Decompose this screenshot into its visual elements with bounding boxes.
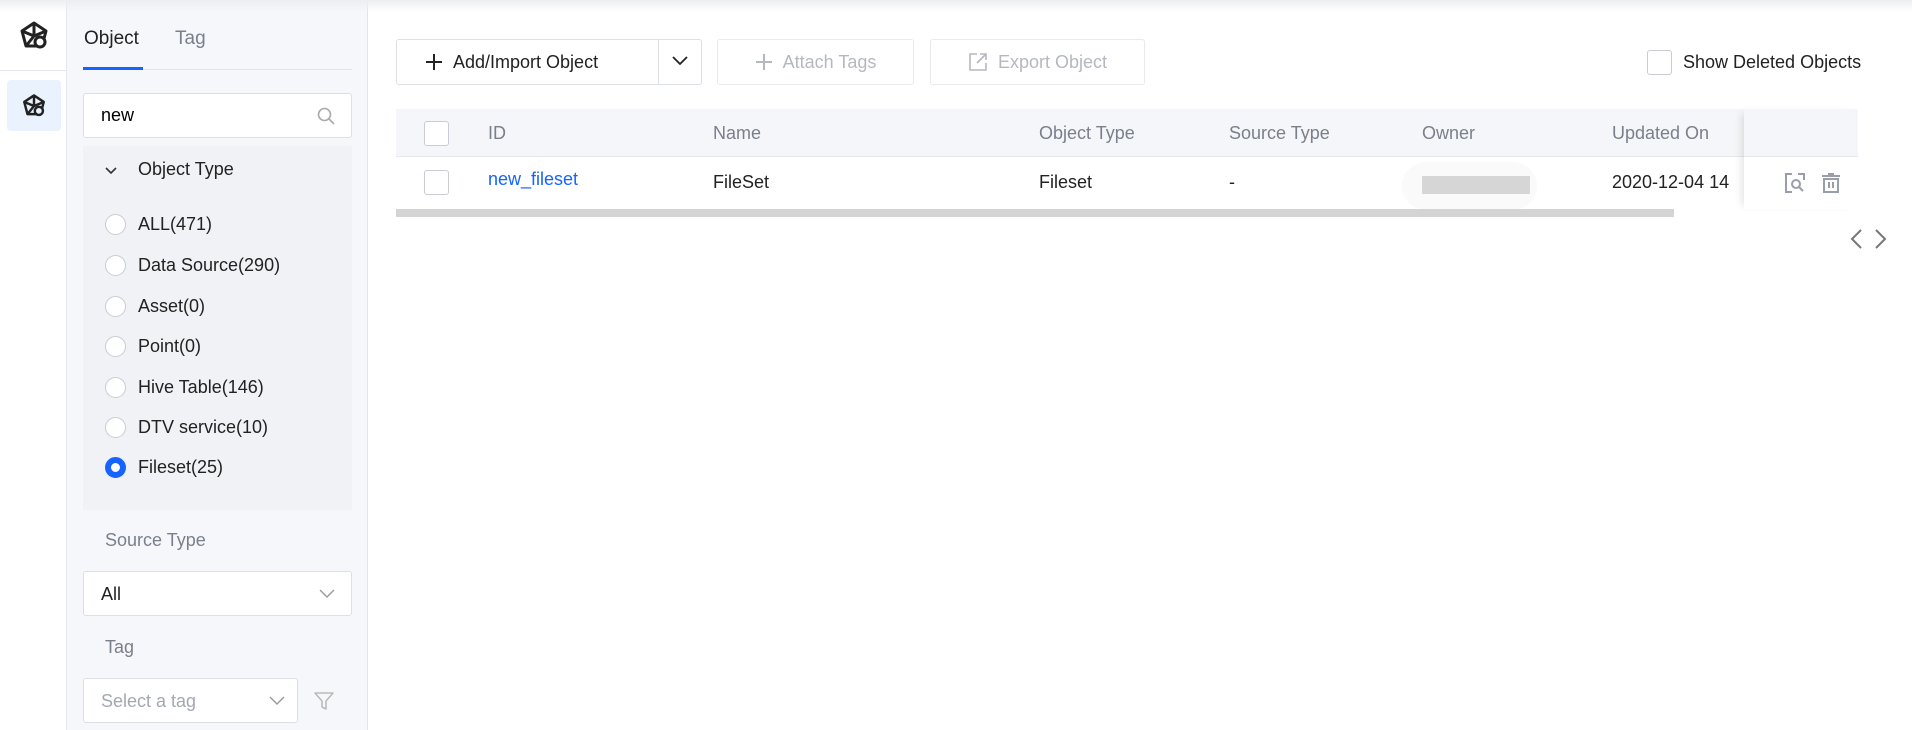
source-type-value: All xyxy=(101,584,122,604)
object-type-radio-option[interactable]: Fileset(25) xyxy=(105,457,223,478)
radio-button[interactable] xyxy=(105,457,126,478)
tag-select[interactable]: Select a tag xyxy=(83,678,298,723)
filter-icon[interactable] xyxy=(313,690,335,712)
cell-name: FileSet xyxy=(713,172,770,192)
radio-button[interactable] xyxy=(105,377,126,398)
active-tab-indicator xyxy=(83,67,143,70)
search-input[interactable] xyxy=(101,105,301,126)
nav-item-data-map[interactable] xyxy=(7,80,61,131)
attach-tags-button[interactable]: Attach Tags xyxy=(717,39,914,85)
search-icon[interactable] xyxy=(317,107,335,125)
cell-updated-on: 2020-12-04 14 xyxy=(1612,172,1730,192)
scroll-left-icon[interactable] xyxy=(1849,228,1863,250)
object-type-radio-option[interactable]: Hive Table(146) xyxy=(105,377,264,398)
scroll-right-icon[interactable] xyxy=(1874,228,1888,250)
radio-label: Asset(0) xyxy=(138,296,206,316)
object-type-panel: Object Type xyxy=(83,146,352,510)
add-import-label: Add/Import Object xyxy=(453,51,599,72)
chevron-down-icon xyxy=(269,696,285,705)
search-field[interactable] xyxy=(83,93,352,138)
source-type-select[interactable]: All xyxy=(83,571,352,616)
tag-label: Tag xyxy=(105,637,135,657)
export-icon xyxy=(969,53,987,71)
radio-button[interactable] xyxy=(105,296,126,317)
column-header-source-type[interactable]: Source Type xyxy=(1229,109,1330,157)
radio-label: Hive Table(146) xyxy=(138,377,264,397)
column-header-id[interactable]: ID xyxy=(488,109,506,157)
cell-object-type: Fileset xyxy=(1039,172,1093,192)
radio-button[interactable] xyxy=(105,417,126,438)
column-header-object-type[interactable]: Object Type xyxy=(1039,109,1135,157)
radio-label: Point(0) xyxy=(138,336,202,356)
filter-sidebar: Object Tag Object Type ALL(471) Data Sour… xyxy=(67,0,368,730)
plus-icon xyxy=(426,54,442,70)
app-icon-bar xyxy=(0,0,67,730)
row-checkbox[interactable] xyxy=(424,170,449,195)
object-type-radio-option[interactable]: Data Source(290) xyxy=(105,255,280,276)
add-dropdown-chevron-icon[interactable] xyxy=(671,55,689,67)
cell-source-type: - xyxy=(1229,172,1235,192)
tag-placeholder: Select a tag xyxy=(101,691,197,711)
tab-tag[interactable]: Tag xyxy=(175,28,206,50)
data-map-icon xyxy=(23,93,45,116)
radio-label: DTV service(10) xyxy=(138,417,269,437)
plus-icon xyxy=(755,54,772,70)
object-type-radio-option[interactable]: Point(0) xyxy=(105,336,201,357)
show-deleted-label: Show Deleted Objects xyxy=(1683,52,1862,72)
object-type-radio-option[interactable]: ALL(471) xyxy=(105,214,212,235)
radio-label: Data Source(290) xyxy=(138,255,281,275)
horizontal-scrollbar[interactable] xyxy=(396,209,1674,217)
chevron-down-icon[interactable] xyxy=(104,166,118,176)
column-header-owner[interactable]: Owner xyxy=(1422,109,1475,157)
chevron-down-icon xyxy=(319,589,335,598)
radio-button[interactable] xyxy=(105,255,126,276)
column-header-updated-on[interactable]: Updated On xyxy=(1612,109,1709,157)
radio-button[interactable] xyxy=(105,214,126,235)
show-deleted-checkbox[interactable] xyxy=(1647,50,1672,75)
object-type-title: Object Type xyxy=(138,159,234,179)
action-column xyxy=(1744,109,1858,209)
cell-owner xyxy=(1422,176,1530,194)
select-all-checkbox[interactable] xyxy=(424,121,449,146)
export-object-label: Export Object xyxy=(997,51,1108,72)
export-object-button[interactable]: Export Object xyxy=(930,39,1145,85)
tab-object[interactable]: Object xyxy=(84,28,139,50)
view-details-icon[interactable] xyxy=(1784,172,1806,194)
radio-button[interactable] xyxy=(105,336,126,357)
radio-label: ALL(471) xyxy=(138,214,213,234)
delete-icon[interactable] xyxy=(1820,172,1842,194)
source-type-label: Source Type xyxy=(105,530,206,550)
radio-label: Fileset(25) xyxy=(138,457,224,477)
attach-tags-label: Attach Tags xyxy=(782,51,877,72)
add-import-object-button[interactable]: Add/Import Object xyxy=(396,39,702,85)
object-id-link[interactable]: new_fileset xyxy=(488,158,578,207)
object-type-radio-option[interactable]: Asset(0) xyxy=(105,296,205,317)
column-header-name[interactable]: Name xyxy=(713,109,761,157)
object-type-radio-option[interactable]: DTV service(10) xyxy=(105,417,268,438)
app-logo-icon xyxy=(18,20,50,52)
